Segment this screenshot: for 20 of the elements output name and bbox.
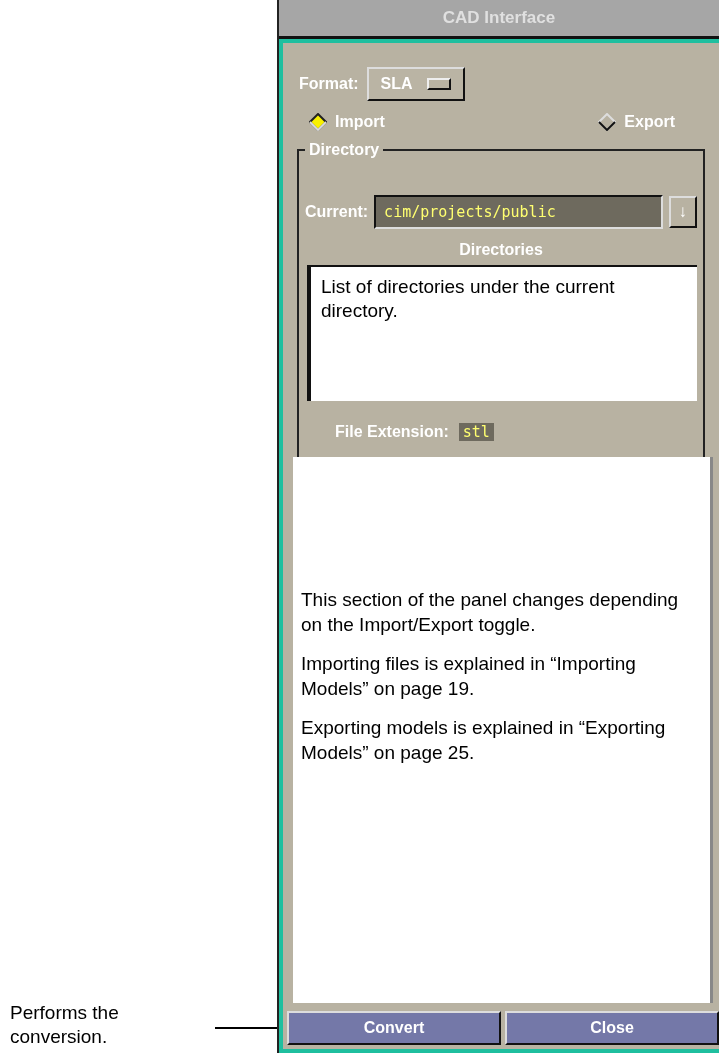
radio-button[interactable] <box>309 113 327 131</box>
annotation-text: Importing files is explained in “Importing Models” on page 19. <box>301 652 637 701</box>
radio-label[interactable]: Import <box>335 113 385 131</box>
current-label: Current: <box>305 203 369 221</box>
group-title: Directory <box>308 141 381 159</box>
dropdown-button[interactable]: ↓ <box>668 196 697 228</box>
annotation-text: This section of the panel changes depending on the Import/Export toggle. <box>301 588 680 637</box>
callout-text: Performs the conversion. <box>9 1001 120 1049</box>
directory-list[interactable]: List of directories under the current directory. <box>307 265 697 401</box>
radio-label[interactable]: Export <box>624 113 675 131</box>
format-label: Format: <box>299 75 359 93</box>
extension-value: stl <box>458 423 494 441</box>
current-directory-field[interactable]: cim/projects/public <box>374 195 663 229</box>
action-button[interactable]: Close <box>505 1011 719 1045</box>
action-button[interactable]: Convert <box>287 1011 501 1045</box>
extension-label: File Extension: <box>335 423 449 441</box>
list-title: Directories <box>458 241 544 259</box>
window-title: CAD Interface <box>279 0 719 39</box>
leader-line <box>215 1027 277 1029</box>
annotation-text: Exporting models is explained in “Exporting Models” on page 25. <box>301 716 667 765</box>
